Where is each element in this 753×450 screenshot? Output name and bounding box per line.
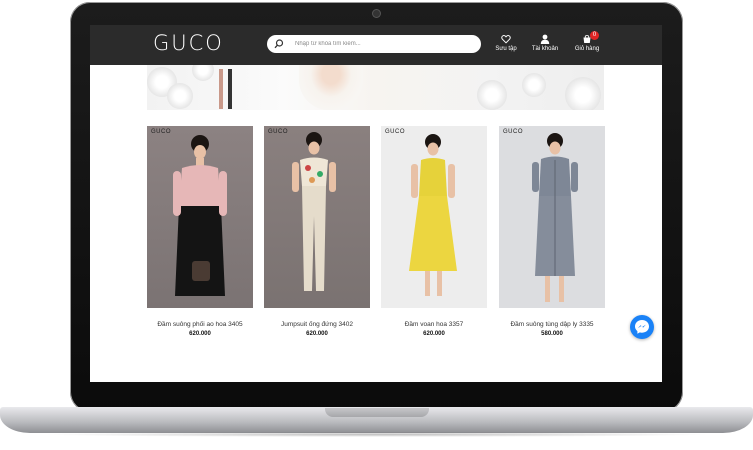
banner-flower-decoration [192,65,214,81]
product-card[interactable]: GUCO Jumpsuit ống đứng 3402 620.000 [264,126,370,337]
product-price: 620.000 [423,331,445,337]
product-image[interactable]: GUCO [381,126,487,308]
banner-flower-decoration [477,80,507,110]
model-figure [532,133,578,302]
product-name[interactable]: Đầm suông tùng dập ly 3335 [499,321,605,328]
banner-model-image [299,65,363,110]
heart-icon [501,35,511,44]
user-icon [540,34,550,44]
product-name[interactable]: Đầm voan hoa 3357 [381,321,487,328]
messenger-icon [635,320,649,334]
site-header: GUCO Sưu tập Tài khoản [90,25,662,65]
promo-banner[interactable] [147,65,604,110]
search-input[interactable] [295,37,475,51]
search-bar[interactable] [267,35,481,53]
laptop-shadow [40,432,713,437]
site-logo[interactable]: GUCO [153,31,224,55]
browser-viewport: GUCO Sưu tập Tài khoản [90,25,662,382]
product-price: 620.000 [306,331,328,337]
account-link[interactable]: Tài khoản [525,34,565,52]
product-price: 620.000 [189,331,211,337]
search-icon[interactable] [273,38,285,50]
product-price: 580.000 [541,331,563,337]
cart-label: Giỏ hàng [574,46,600,52]
webcam [373,10,380,17]
product-name[interactable]: Jumpsuit ống đứng 3402 [264,321,370,328]
product-name[interactable]: Đầm suông phối ao hoa 3405 [147,321,253,328]
model-figure [409,134,457,296]
banner-decoration [228,69,232,109]
product-image[interactable]: GUCO [264,126,370,308]
banner-flower-decoration [565,77,601,110]
product-image[interactable]: GUCO [499,126,605,308]
banner-decoration [219,69,223,109]
product-card[interactable]: GUCO Đầm suông phối ao hoa 3405 620.000 [147,126,253,337]
cart-count-badge: 0 [590,31,599,40]
collection-label: Sưu tập [495,46,517,52]
account-label: Tài khoản [531,46,559,52]
collection-link[interactable]: Sưu tập [486,34,526,52]
product-image[interactable]: GUCO [147,126,253,308]
product-grid: GUCO Đầm suông phối ao hoa 3405 620.000 … [147,126,605,366]
product-card[interactable]: GUCO Đầm suông tùng dập ly 3335 580.000 [499,126,605,337]
banner-flower-decoration [522,73,546,97]
laptop-notch [325,408,429,417]
banner-flower-decoration [167,83,193,109]
cart-link[interactable]: 0 Giỏ hàng [567,31,607,52]
messenger-chat-button[interactable] [630,315,654,339]
product-card[interactable]: GUCO Đầm voan hoa 3357 620.000 [381,126,487,337]
model-figure [173,135,227,296]
model-figure [292,132,336,291]
